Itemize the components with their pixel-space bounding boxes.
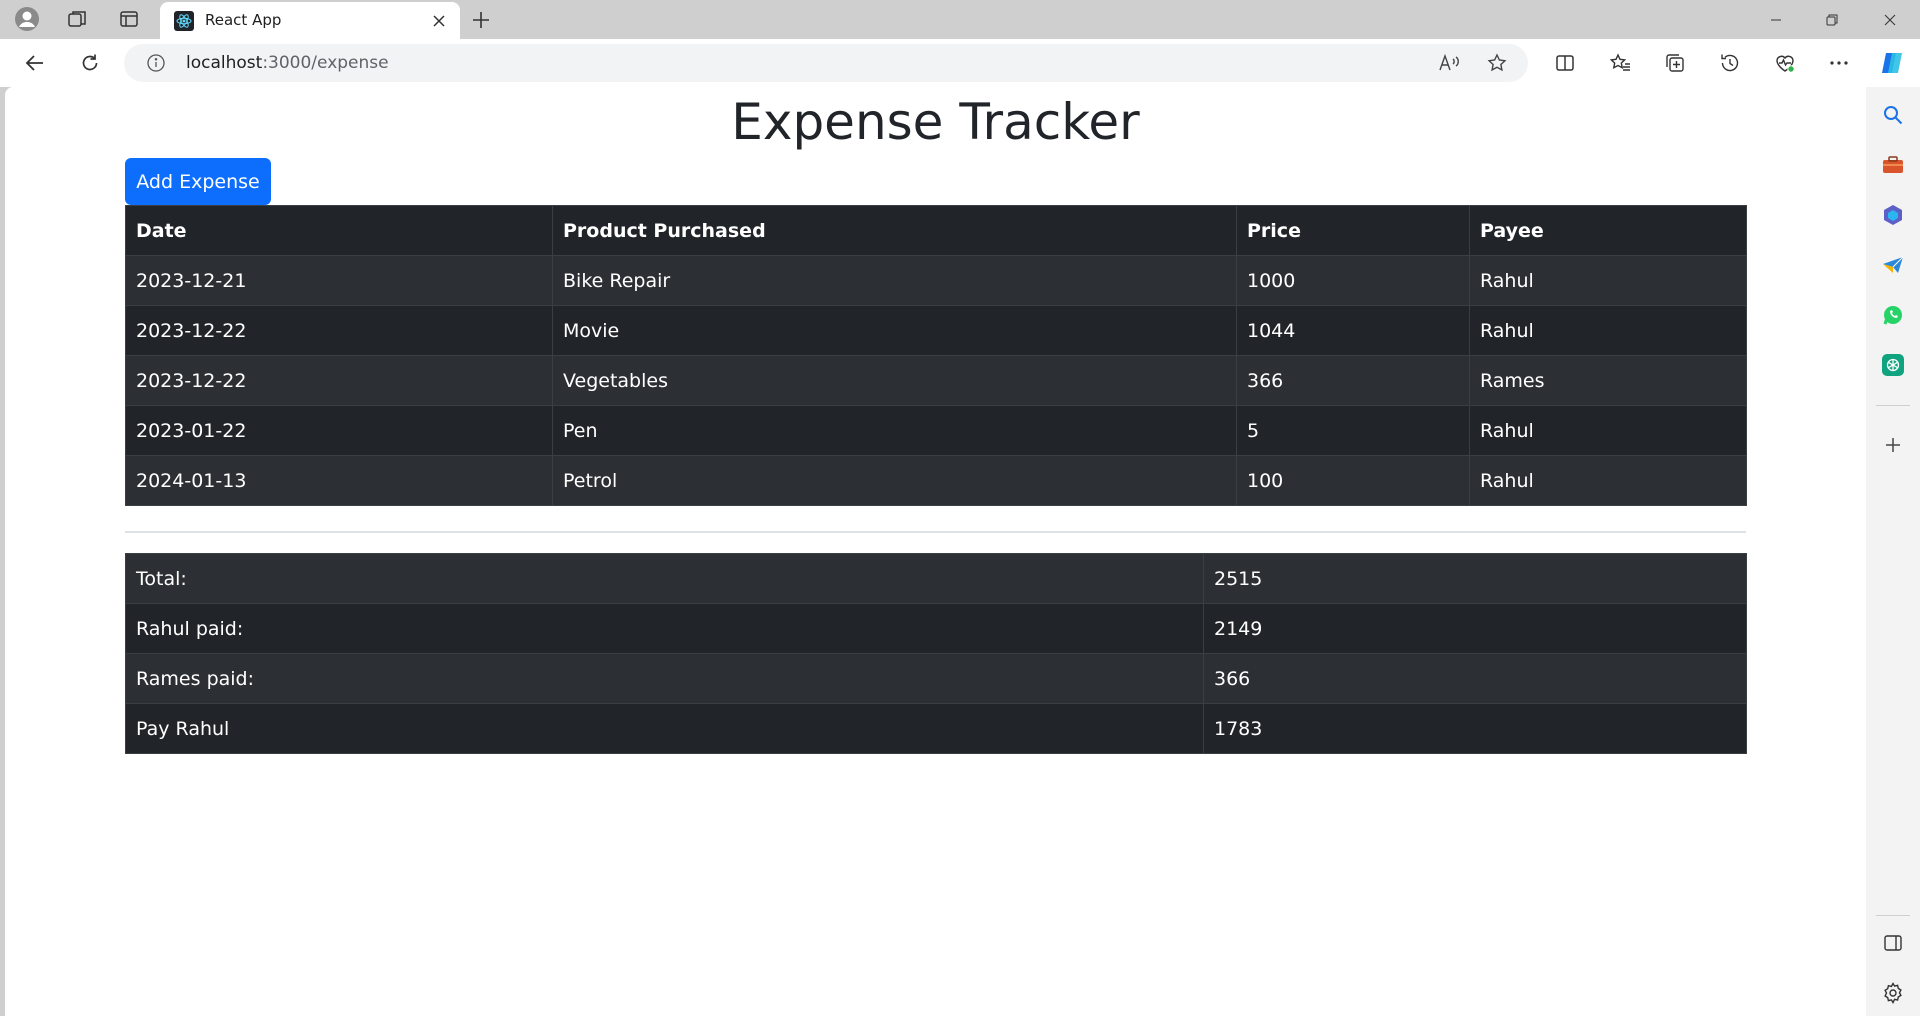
tab-actions-icon[interactable] [114, 4, 144, 34]
cell-payee: Rames [1469, 355, 1747, 406]
cell-product: Bike Repair [552, 255, 1237, 306]
url-text[interactable]: localhost:3000/expense [186, 53, 389, 73]
summary-table: Total: 2515 Rahul paid: 2149 Rames paid:… [125, 553, 1747, 754]
table-header-row: Date Product Purchased Price Payee [125, 205, 1747, 256]
cell-date: 2023-01-22 [125, 405, 553, 456]
close-window-icon[interactable] [1862, 0, 1918, 39]
react-icon [174, 11, 194, 31]
add-sidebar-app-icon[interactable] [1879, 431, 1907, 459]
address-bar[interactable]: localhost:3000/expense [124, 44, 1528, 82]
split-screen-icon[interactable] [1548, 47, 1582, 79]
cell-price: 366 [1236, 355, 1470, 406]
collections-icon[interactable] [1658, 47, 1692, 79]
add-expense-button[interactable]: Add Expense [125, 158, 271, 205]
cell-payee: Rahul [1469, 405, 1747, 456]
header-payee: Payee [1469, 205, 1747, 256]
cell-product: Pen [552, 405, 1237, 456]
header-product: Product Purchased [552, 205, 1237, 256]
cell-price: 5 [1236, 405, 1470, 456]
cell-price: 1000 [1236, 255, 1470, 306]
table-row: 2023-12-21 Bike Repair 1000 Rahul [125, 255, 1747, 306]
summary-label: Pay Rahul [125, 703, 1204, 754]
url-host: localhost [186, 53, 263, 73]
refresh-icon[interactable] [73, 47, 107, 79]
header-price: Price [1236, 205, 1470, 256]
cell-date: 2024-01-13 [125, 455, 553, 506]
workspaces-icon[interactable] [62, 4, 92, 34]
cell-payee: Rahul [1469, 255, 1747, 306]
history-icon[interactable] [1713, 47, 1747, 79]
summary-row-total: Total: 2515 [125, 553, 1747, 604]
section-divider [125, 531, 1746, 533]
drop-send-icon[interactable] [1879, 251, 1907, 279]
summary-value: 366 [1203, 653, 1747, 704]
summary-row-pay-rahul: Pay Rahul 1783 [125, 703, 1747, 754]
restore-icon[interactable] [1804, 0, 1860, 39]
site-info-icon[interactable] [146, 53, 166, 73]
url-path: :3000/expense [262, 53, 389, 73]
read-aloud-icon[interactable] [1434, 48, 1464, 78]
search-icon[interactable] [1879, 101, 1907, 129]
summary-value: 2515 [1203, 553, 1747, 604]
table-row: 2024-01-13 Petrol 100 Rahul [125, 455, 1747, 506]
cell-price: 1044 [1236, 305, 1470, 356]
edge-sidebar [1866, 87, 1920, 1016]
table-row: 2023-01-22 Pen 5 Rahul [125, 405, 1747, 456]
summary-row-rames-paid: Rames paid: 366 [125, 653, 1747, 704]
microsoft-365-icon[interactable] [1879, 201, 1907, 229]
settings-gear-icon[interactable] [1879, 979, 1907, 1007]
profile-icon[interactable] [12, 4, 42, 34]
cell-date: 2023-12-22 [125, 355, 553, 406]
whatsapp-icon[interactable] [1879, 301, 1907, 329]
cell-payee: Rahul [1469, 305, 1747, 356]
header-date: Date [125, 205, 553, 256]
expense-table: Date Product Purchased Price Payee 2023-… [125, 205, 1747, 506]
summary-label: Rames paid: [125, 653, 1204, 704]
summary-value: 2149 [1203, 603, 1747, 654]
summary-value: 1783 [1203, 703, 1747, 754]
table-row: 2023-12-22 Movie 1044 Rahul [125, 305, 1747, 356]
tools-briefcase-icon[interactable] [1879, 151, 1907, 179]
page-viewport: Expense Tracker Add Expense Date Product… [5, 87, 1866, 1016]
hide-sidebar-icon[interactable] [1879, 929, 1907, 957]
summary-label: Total: [125, 553, 1204, 604]
tab-react-app[interactable]: React App [160, 2, 460, 39]
cell-date: 2023-12-21 [125, 255, 553, 306]
browser-titlebar: React App [0, 0, 1920, 39]
page-title: Expense Tracker [731, 93, 1140, 151]
favorite-star-icon[interactable] [1482, 48, 1512, 78]
browser-toolbar: localhost:3000/expense [0, 39, 1920, 87]
chatgpt-icon[interactable] [1879, 351, 1907, 379]
favorites-icon[interactable] [1603, 47, 1637, 79]
browser-essentials-icon[interactable] [1768, 47, 1802, 79]
more-menu-icon[interactable] [1822, 47, 1856, 79]
close-tab-icon[interactable] [428, 10, 450, 32]
new-tab-icon[interactable] [466, 5, 496, 35]
cell-product: Movie [552, 305, 1237, 356]
sidebar-divider [1876, 405, 1910, 406]
minimize-icon[interactable] [1748, 0, 1804, 39]
cell-price: 100 [1236, 455, 1470, 506]
cell-product: Vegetables [552, 355, 1237, 406]
sidebar-divider-bottom [1876, 915, 1910, 916]
summary-label: Rahul paid: [125, 603, 1204, 654]
copilot-icon[interactable] [1875, 47, 1909, 79]
tab-title: React App [205, 11, 282, 29]
cell-product: Petrol [552, 455, 1237, 506]
table-row: 2023-12-22 Vegetables 366 Rames [125, 355, 1747, 406]
back-icon[interactable] [18, 47, 52, 79]
cell-date: 2023-12-22 [125, 305, 553, 356]
cell-payee: Rahul [1469, 455, 1747, 506]
summary-row-rahul-paid: Rahul paid: 2149 [125, 603, 1747, 654]
